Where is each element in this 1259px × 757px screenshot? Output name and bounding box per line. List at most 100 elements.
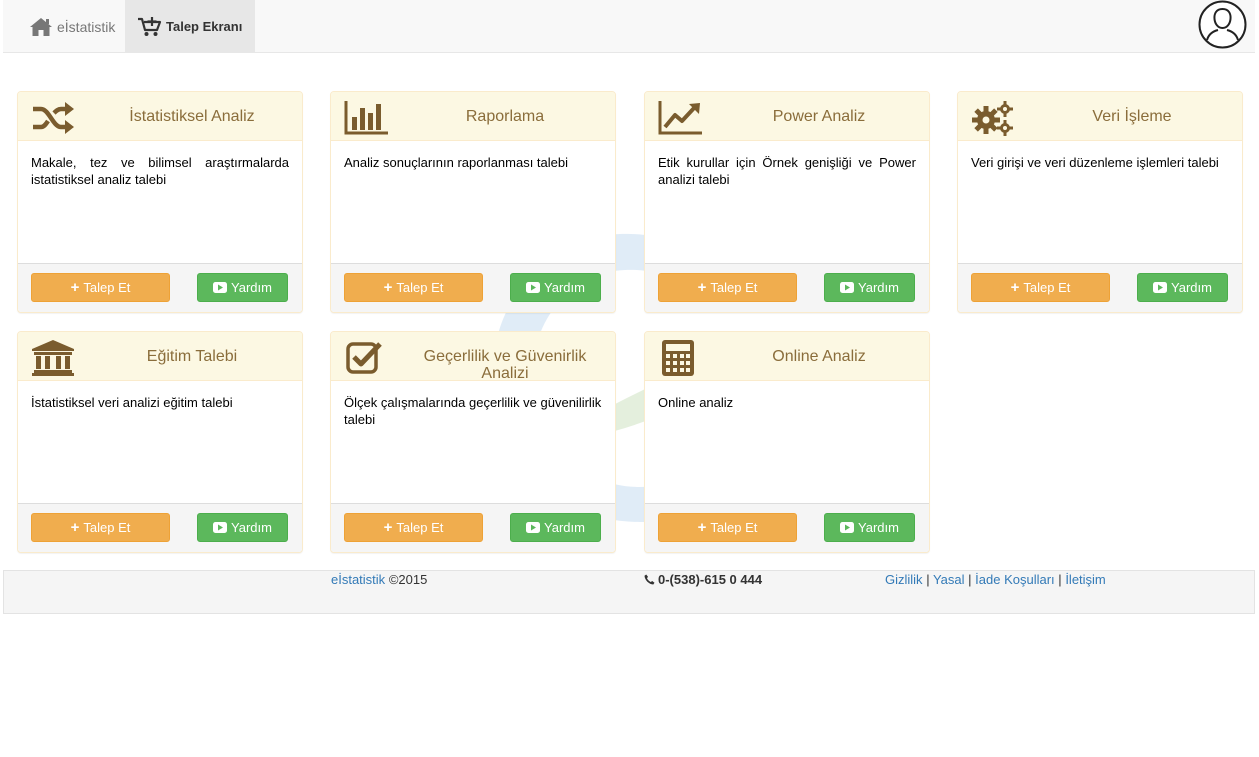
plus-icon: + (70, 279, 80, 296)
bank-icon (32, 340, 74, 376)
youtube-play-icon (213, 282, 228, 293)
yardim-label: Yardım (858, 520, 899, 535)
footer-link-iade-kosullari[interactable]: İade Koşulları (975, 572, 1055, 587)
card-heading: Online Analiz (645, 332, 929, 381)
card-footer: + Talep Et Yardım (645, 503, 929, 552)
talep-et-button[interactable]: + Talep Et (344, 513, 483, 542)
yardim-button[interactable]: Yardım (510, 273, 601, 302)
talep-et-button[interactable]: + Talep Et (31, 273, 170, 302)
plus-icon: + (1010, 279, 1020, 296)
card-description: Makale, tez ve bilimsel araştırmalarda i… (31, 155, 289, 187)
card-description: Online analiz (658, 395, 734, 410)
service-card-raporlama: Raporlama Analiz sonuçlarının raporlanma… (330, 91, 616, 313)
card-title: İstatistiksel Analiz (129, 108, 255, 125)
service-card-veri-isleme: Veri İşleme Veri girişi ve veri düzenlem… (957, 91, 1243, 313)
yardim-button[interactable]: Yardım (824, 513, 915, 542)
nav-brand-label: eİstatistik (57, 18, 116, 35)
card-footer: + Talep Et Yardım (331, 263, 615, 312)
talep-et-label: Talep Et (710, 520, 758, 535)
user-avatar-icon[interactable] (1198, 0, 1247, 49)
card-heading: İstatistiksel Analiz (18, 92, 302, 141)
footer-link-yasal[interactable]: Yasal (933, 572, 965, 587)
plus-icon: + (70, 519, 80, 536)
footer-separator: | (1058, 572, 1062, 587)
youtube-play-icon (213, 522, 228, 533)
footer-brand: eİstatistik ©2015 (331, 572, 427, 587)
talep-et-label: Talep Et (1023, 280, 1071, 295)
home-icon (30, 17, 52, 36)
yardim-button[interactable]: Yardım (510, 513, 601, 542)
service-card-istatistiksel-analiz: İstatistiksel Analiz Makale, tez ve bili… (17, 91, 303, 313)
card-title: Eğitim Talebi (146, 348, 238, 365)
service-card-online-analiz: Online Analiz Online analiz + Talep Et Ya… (644, 331, 930, 553)
yardim-label: Yardım (231, 280, 272, 295)
service-card-power-analiz: Power Analiz Etik kurullar için Örnek ge… (644, 91, 930, 313)
footer-link-gizlilik[interactable]: Gizlilik (885, 572, 923, 587)
card-heading: Raporlama (331, 92, 615, 141)
card-title: Geçerlilik ve Güvenirlik Analizi (423, 348, 587, 382)
card-footer: + Talep Et Yardım (18, 503, 302, 552)
youtube-play-icon (840, 522, 855, 533)
card-heading: Geçerlilik ve Güvenirlik Analizi (331, 332, 615, 382)
footer-phone-number: 0-(538)-615 0 444 (658, 572, 763, 587)
card-title: Power Analiz (772, 108, 866, 125)
yardim-button[interactable]: Yardım (1137, 273, 1228, 302)
footer-separator: | (968, 572, 972, 587)
talep-et-button[interactable]: + Talep Et (971, 273, 1110, 302)
gears-icon (972, 101, 1013, 136)
youtube-play-icon (840, 282, 855, 293)
service-card-egitim-talebi: Eğitim Talebi İstatistiksel veri analizi… (17, 331, 303, 553)
plus-icon: + (383, 519, 393, 536)
talep-et-label: Talep Et (83, 520, 131, 535)
footer-brand-link[interactable]: eİstatistik (331, 572, 385, 587)
card-footer: + Talep Et Yardım (645, 263, 929, 312)
page-footer: eİstatistik ©2015 0-(538)-615 0 444 Gizl… (3, 570, 1255, 614)
talep-et-label: Talep Et (396, 520, 444, 535)
phone-icon (644, 574, 655, 585)
yardim-label: Yardım (544, 520, 585, 535)
footer-separator: | (926, 572, 930, 587)
calculator-icon (662, 340, 694, 376)
youtube-play-icon (1153, 282, 1168, 293)
plus-icon: + (697, 519, 707, 536)
card-title: Veri İşleme (1092, 108, 1172, 125)
nav-talep-ekrani-tab[interactable]: Talep Ekranı (125, 0, 255, 53)
footer-link-iletisim[interactable]: İletişim (1065, 572, 1105, 587)
talep-et-button[interactable]: + Talep Et (658, 273, 797, 302)
yardim-label: Yardım (1171, 280, 1212, 295)
yardim-label: Yardım (231, 520, 272, 535)
yardim-button[interactable]: Yardım (197, 513, 288, 542)
yardim-label: Yardım (858, 280, 899, 295)
nav-home-link[interactable]: eİstatistik (29, 0, 115, 53)
card-footer: + Talep Et Yardım (18, 263, 302, 312)
nav-talep-label: Talep Ekranı (166, 19, 243, 34)
talep-et-button[interactable]: + Talep Et (658, 513, 797, 542)
shuffle-icon (33, 102, 74, 134)
talep-et-button[interactable]: + Talep Et (31, 513, 170, 542)
talep-et-label: Talep Et (83, 280, 131, 295)
cart-plus-icon (138, 16, 162, 36)
service-card-gecerlilik-guvenirlik: Geçerlilik ve Güvenirlik Analizi Ölçek ç… (330, 331, 616, 553)
footer-links: Gizlilik | Yasal | İade Koşulları | İlet… (885, 572, 1106, 587)
footer-copyright: ©2015 (388, 572, 428, 587)
yardim-button[interactable]: Yardım (197, 273, 288, 302)
yardim-button[interactable]: Yardım (824, 273, 915, 302)
card-description: Etik kurullar için Örnek genişliği ve Po… (658, 155, 916, 187)
talep-et-button[interactable]: + Talep Et (344, 273, 483, 302)
card-title: Raporlama (465, 108, 545, 125)
footer-phone: 0-(538)-615 0 444 (644, 572, 762, 587)
card-heading: Eğitim Talebi (18, 332, 302, 381)
top-navbar: eİstatistik Talep Ekranı (3, 0, 1255, 53)
card-description: Ölçek çalışmalarında geçerlilik ve güven… (344, 395, 602, 427)
talep-et-label: Talep Et (710, 280, 758, 295)
card-heading: Power Analiz (645, 92, 929, 141)
card-description: Analiz sonuçlarının raporlanması talebi (344, 155, 569, 170)
card-footer: + Talep Et Yardım (958, 263, 1242, 312)
card-heading: Veri İşleme (958, 92, 1242, 141)
bar-chart-icon (344, 101, 388, 135)
plus-icon: + (697, 279, 707, 296)
talep-et-label: Talep Et (396, 280, 444, 295)
yardim-label: Yardım (544, 280, 585, 295)
card-footer: + Talep Et Yardım (331, 503, 615, 552)
card-title: Online Analiz (772, 348, 866, 365)
